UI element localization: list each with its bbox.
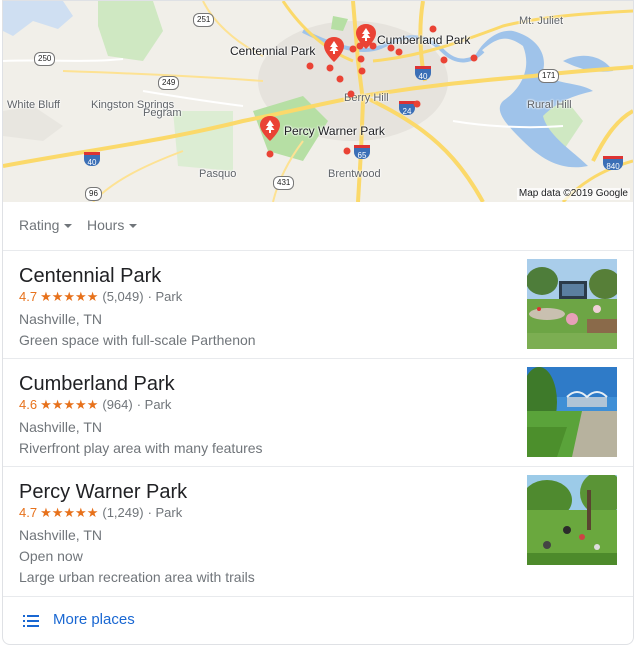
review-count: (964) [102,397,133,412]
place-type: · Park [136,397,172,412]
map-dot [395,48,403,56]
rating-row: 4.7 ★★★★★ (5,049) · Park [19,289,182,305]
place-photo[interactable] [527,367,617,457]
more-places-link[interactable]: More places [3,597,633,644]
place-hours-status: Open now [19,548,83,564]
place-result[interactable]: Cumberland Park 4.6 ★★★★★ (964) · Park N… [3,359,633,467]
place-description: Large urban recreation area with trails [19,569,255,585]
star-rating-icon: ★★★★★ [40,397,99,412]
map-dot [358,67,366,75]
rating-value: 4.7 [19,505,38,520]
rating-filter-label: Rating [19,217,60,233]
map-dot [470,54,478,62]
chevron-down-icon [64,223,73,228]
place-result[interactable]: Centennial Park 4.7 ★★★★★ (5,049) · Park… [3,251,633,359]
star-rating-icon: ★★★★★ [40,505,99,520]
map-dot [387,44,395,52]
park-pin-icon [324,37,344,62]
place-location: Nashville, TN [19,419,102,435]
place-description: Green space with full-scale Parthenon [19,332,256,348]
place-type: · Park [147,289,183,304]
map-dot [347,90,355,98]
review-count: (5,049) [102,289,144,304]
place-photo[interactable] [527,259,617,349]
hours-filter-label: Hours [87,217,125,233]
map-dot [266,150,274,158]
chevron-down-icon [129,223,138,228]
place-name[interactable]: Percy Warner Park [19,480,187,504]
rating-value: 4.6 [19,397,38,412]
review-count: (1,249) [102,505,144,520]
list-icon [23,615,39,627]
rating-row: 4.7 ★★★★★ (1,249) · Park [19,505,182,521]
park-pin-icon [260,116,280,141]
place-photo[interactable] [527,475,617,565]
map-dot [413,100,421,108]
place-name[interactable]: Centennial Park [19,264,161,288]
map-dot [357,55,365,63]
map[interactable]: 251 250 249 171 96 431 40 24 65 40 840 M… [3,1,633,202]
map-markers [260,24,478,158]
place-description: Riverfront play area with many features [19,440,263,456]
map-dot [440,56,448,64]
rating-value: 4.7 [19,289,38,304]
hours-filter-button[interactable]: Hours [87,217,138,233]
more-places-label: More places [53,611,135,628]
map-dot [429,25,437,33]
map-dot [326,64,334,72]
map-dot [336,75,344,83]
map-dot [306,62,314,70]
place-type: · Park [147,505,183,520]
filter-bar: Rating Hours [3,202,633,251]
map-dot [343,147,351,155]
rating-row: 4.6 ★★★★★ (964) · Park [19,397,171,413]
place-name[interactable]: Cumberland Park [19,372,175,396]
map-dot [349,45,357,53]
map-attribution[interactable]: Map data ©2019 Google [516,188,630,200]
place-result[interactable]: Percy Warner Park 4.7 ★★★★★ (1,249) · Pa… [3,467,633,597]
place-location: Nashville, TN [19,527,102,543]
rating-filter-button[interactable]: Rating [19,217,73,233]
place-location: Nashville, TN [19,311,102,327]
local-results-card: 251 250 249 171 96 431 40 24 65 40 840 M… [2,0,634,645]
star-rating-icon: ★★★★★ [40,289,99,304]
